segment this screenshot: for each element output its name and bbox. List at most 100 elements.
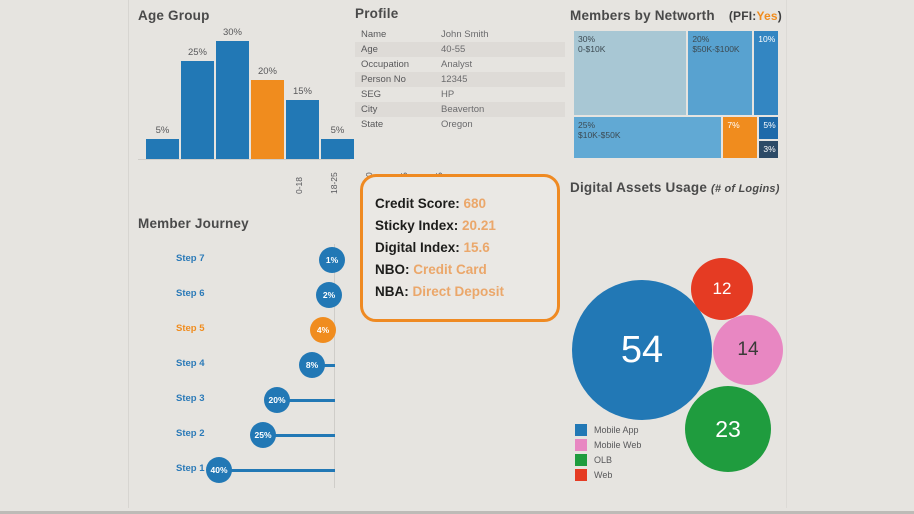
member-journey-row: Step 1 40% [138,452,353,487]
age-group-bar[interactable] [216,41,249,159]
legend-item[interactable]: Web [575,467,641,482]
member-journey-value-bubble[interactable]: 8% [299,352,325,378]
kpi-line-value: 15.6 [463,240,490,255]
digital-assets-bubbles: 54 14 23 12 [570,198,786,472]
legend-item[interactable]: Mobile Web [575,437,641,452]
treemap-cell-percent: 3% [763,144,776,155]
profile-row: State Oregon [355,117,565,132]
treemap-cell-label: 10% [754,31,778,44]
profile-row-value: Oregon [441,119,473,130]
age-group-bar[interactable] [181,61,214,159]
kpi-line-value: Credit Card [413,262,487,277]
age-group-bar-column: 30% [216,27,249,159]
member-journey-step-label[interactable]: Step 6 [176,288,205,299]
age-group-panel: Age Group 5%25%30%20%15%5% 0-1818-2526-4… [138,6,479,196]
profile-row-key: SEG [361,89,382,100]
legend-swatch [575,438,587,451]
dashboard-screen: Age Group 5%25%30%20%15%5% 0-1818-2526-4… [0,0,914,514]
kpi-line-value: 20.21 [462,218,496,233]
profile-row-value: Beaverton [441,104,485,115]
profile-row: Occupation Analyst [355,57,565,72]
member-journey-value-bubble[interactable]: 4% [310,317,336,343]
profile-row-value: HP [441,89,455,100]
age-group-bar-value: 5% [155,125,170,136]
treemap-cell[interactable]: 3% [758,140,779,159]
treemap-cell[interactable]: 7% [722,115,759,159]
treemap-cell[interactable]: 30% 0-$10K [573,30,688,116]
age-group-bar-value: 30% [222,27,242,38]
member-journey-row: Step 3 20% [138,382,353,417]
age-group-bar-column: 5% [321,29,354,159]
member-journey-value-bubble[interactable]: 20% [264,387,290,413]
treemap-cell-label: 5% [759,117,778,130]
profile-panel: Profile Name John Smith Age 40-55 Occupation… [355,6,565,132]
legend-item[interactable]: OLB [575,452,641,467]
profile-title: Profile [355,6,399,21]
age-group-bar[interactable] [321,139,354,159]
member-journey-step-label[interactable]: Step 5 [176,323,205,334]
treemap-cell-range: $50K-$100K [692,44,740,54]
pfi-badge: (PFI:Yes) [729,9,782,23]
member-journey-step-label[interactable]: Step 4 [176,358,205,369]
member-journey-value-bubble[interactable]: 2% [316,282,342,308]
profile-row: SEG HP [355,87,565,102]
treemap-cell-percent: 25% [578,119,596,130]
treemap-cell[interactable]: 5% [758,115,779,141]
asset-bubble[interactable]: 12 [691,258,753,320]
kpi-line-label: Credit Score: [375,196,464,211]
treemap-cell-percent: 5% [763,119,776,130]
treemap-cell[interactable]: 10% [753,30,779,116]
profile-row-key: State [361,119,384,130]
age-group-bar[interactable] [146,139,179,159]
profile-row-key: Person No [361,74,406,85]
asset-bubble[interactable]: 23 [685,386,771,472]
kpi-line: NBA: Direct Deposit [375,281,557,303]
networth-title: Members by Networth [570,8,715,23]
age-group-bar-value: 25% [187,47,207,58]
member-journey-value-bubble[interactable]: 25% [250,422,276,448]
kpi-line: Credit Score: 680 [375,193,557,215]
profile-row-key: City [361,104,378,115]
treemap-cell-range: $10K-$50K [578,129,621,140]
kpi-line-label: NBA: [375,284,413,299]
age-group-bar-value: 15% [292,86,312,97]
profile-row-key: Age [361,44,378,55]
profile-row: Person No 12345 [355,72,565,87]
networth-panel: Members by Networth (PFI:Yes) 30% 0-$10K 2… [570,6,782,161]
asset-bubble[interactable]: 54 [572,280,712,420]
profile-table: Name John Smith Age 40-55 Occupation Analyst P… [355,27,565,132]
kpi-line: Digital Index: 15.6 [375,237,557,259]
member-journey-step-label[interactable]: Step 2 [176,428,205,439]
treemap-cell-percent: 20% [692,34,710,44]
age-group-title: Age Group [138,8,210,23]
treemap-cell-label: 3% [759,141,778,154]
profile-row-value: 40-55 [441,44,466,55]
kpi-line-label: NBO: [375,262,414,277]
member-journey-value-bubble[interactable]: 1% [319,247,345,273]
treemap-cell-range: 0-$10K [578,44,606,54]
profile-row-value: 12345 [441,74,468,85]
treemap-cell[interactable]: 25% $10K-$50K [573,115,723,159]
age-group-bars: 5% 25% 30% 20% 15% 5% [143,27,354,159]
member-journey-row: Step 4 8% [138,347,353,382]
profile-row: City Beaverton [355,102,565,117]
age-group-bar-value: 20% [257,66,277,77]
member-journey-step-label[interactable]: Step 1 [176,463,205,474]
legend-item[interactable]: Mobile App [575,422,641,437]
member-journey-step-label[interactable]: Step 3 [176,393,205,404]
treemap-cell[interactable]: 20% $50K-$100K [687,30,754,116]
treemap-cell-label: 20% $50K-$100K [688,31,752,54]
legend-label: Mobile App [594,424,639,435]
asset-bubble[interactable]: 14 [713,315,783,385]
treemap-cell-label: 7% [723,117,757,130]
legend-label: Web [594,469,613,480]
treemap-cell-percent: 10% [758,34,776,44]
member-journey-value-bubble[interactable]: 40% [206,457,232,483]
member-journey-step-label[interactable]: Step 7 [176,253,205,264]
right-divider [786,0,787,508]
member-journey-panel: Member Journey Step 7 1% Step 6 2% Step 5 4% S… [138,214,353,499]
digital-assets-legend: Mobile App Mobile Web OLB Web [575,422,641,482]
member-journey-stem [219,469,335,472]
kpi-line-label: Sticky Index: [375,218,463,233]
age-group-category-label: 0-18 [294,176,304,194]
